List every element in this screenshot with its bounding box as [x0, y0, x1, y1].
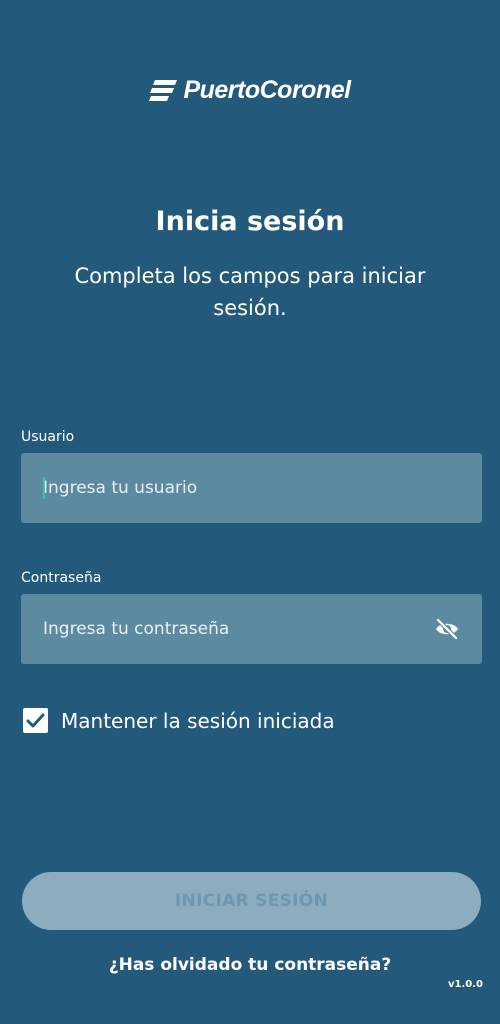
eye-off-icon[interactable] — [434, 618, 460, 640]
app-version: v1.0.0 — [448, 979, 483, 990]
remember-label: Mantener la sesión iniciada — [61, 708, 335, 733]
check-icon — [26, 713, 45, 728]
forgot-password-link[interactable]: ¿Has olvidado tu contraseña? — [0, 955, 500, 975]
remember-session-toggle[interactable]: Mantener la sesión iniciada — [23, 708, 335, 733]
page-title: Inicia sesión — [155, 206, 345, 237]
page-subtitle: Completa los campos para iniciar sesión. — [74, 264, 426, 320]
brand-logo: PuertoCoronel — [0, 76, 500, 105]
username-field-container — [21, 453, 482, 523]
username-input[interactable] — [43, 453, 423, 523]
login-button[interactable]: INICIAR SESIÓN — [22, 872, 481, 930]
stacked-bars-logo-icon — [149, 79, 178, 101]
username-label: Usuario — [21, 429, 75, 445]
password-field-container — [21, 594, 482, 664]
password-input[interactable] — [43, 594, 423, 664]
text-caret — [43, 477, 45, 499]
brand-name: PuertoCoronel — [183, 76, 351, 104]
password-label: Contraseña — [21, 570, 102, 586]
remember-checkbox[interactable] — [23, 708, 48, 733]
